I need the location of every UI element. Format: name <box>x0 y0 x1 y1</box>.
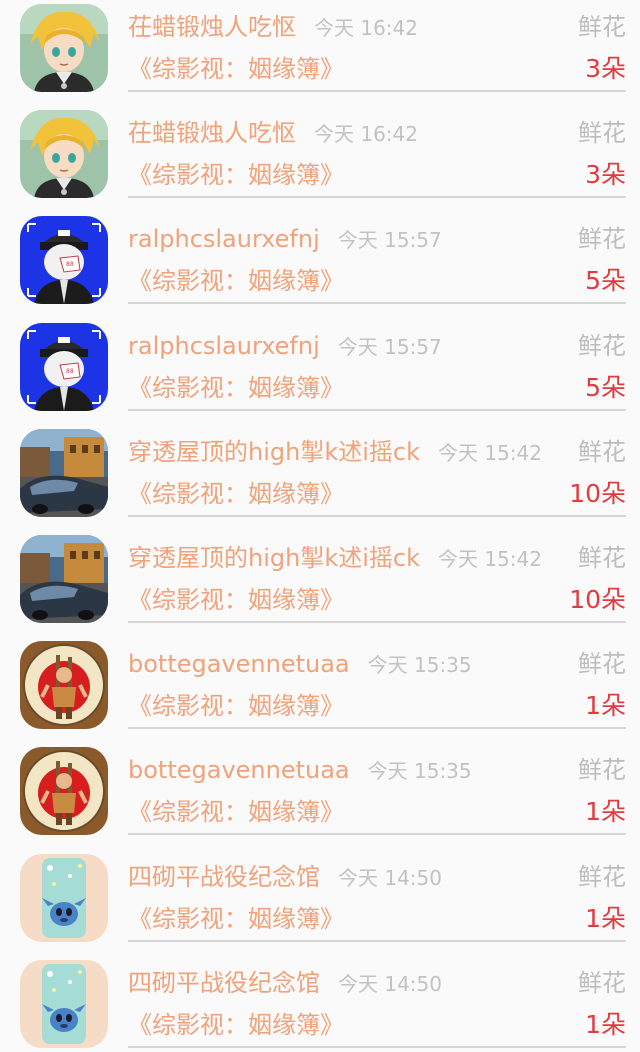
divider <box>128 408 626 411</box>
book-title[interactable]: 《综影视：姻缘簿》 <box>128 158 344 192</box>
user-line: bottegavennetuaa 今天 15:35 <box>128 647 472 682</box>
user-line: 四砌平战役纪念馆 今天 14:50 <box>128 860 442 895</box>
gift-count: 3朵 <box>585 160 626 190</box>
warrior-emblem-avatar-icon[interactable] <box>20 747 108 836</box>
username[interactable]: 茌蜡锻烛人吃怄 <box>128 119 296 147</box>
list-item[interactable]: 四砌平战役纪念馆 今天 14:50 鲜花 《综影视：姻缘簿》 1朵 <box>0 850 640 956</box>
gift-count: 3朵 <box>585 54 626 83</box>
gift-count: 5朵 <box>585 266 626 296</box>
gift-count: 10朵 <box>569 585 626 614</box>
list-item[interactable]: bottegavennetuaa 今天 15:35 鲜花 《综影视：姻缘簿》 1朵 <box>0 637 640 743</box>
user-line: 茌蜡锻烛人吃怄 今天 16:42 <box>128 10 418 45</box>
user-line: 四砌平战役纪念馆 今天 14:50 <box>128 966 442 1001</box>
list-item[interactable]: 四砌平战役纪念馆 今天 14:50 鲜花 《综影视：姻缘簿》 1朵 <box>0 956 640 1052</box>
divider <box>128 90 626 92</box>
timestamp: 今天 15:35 <box>367 759 472 784</box>
username[interactable]: 四砌平战役纪念馆 <box>128 969 320 997</box>
user-line: ralphcslaurxefnj 今天 15:57 <box>128 329 442 364</box>
gift-count: 1朵 <box>585 797 626 827</box>
gift-count: 5朵 <box>585 372 626 402</box>
gift-type: 鲜花 <box>578 968 626 997</box>
list-item[interactable]: 穿透屋顶的high掣k述i摇ck 今天 15:42 鲜花 《综影视：姻缘簿》 10… <box>0 425 640 531</box>
user-line: 茌蜡锻烛人吃怄 今天 16:42 <box>128 116 418 151</box>
gift-type: 鲜花 <box>578 331 626 360</box>
divider <box>128 302 626 305</box>
timestamp: 今天 15:57 <box>337 334 442 359</box>
timestamp: 今天 15:42 <box>437 440 542 465</box>
timestamp: 今天 15:35 <box>367 653 472 678</box>
book-title[interactable]: 《综影视：姻缘簿》 <box>128 583 344 617</box>
book-title[interactable]: 《综影视：姻缘簿》 <box>128 902 344 936</box>
anime-boy-avatar-icon[interactable] <box>20 110 108 199</box>
book-title[interactable]: 《综影视：姻缘簿》 <box>128 264 344 298</box>
timestamp: 今天 14:50 <box>338 865 442 890</box>
timestamp: 今天 16:42 <box>314 16 418 40</box>
username[interactable]: ralphcslaurxefnj <box>128 332 320 360</box>
divider <box>128 727 626 730</box>
username[interactable]: bottegavennetuaa <box>128 650 350 678</box>
book-title[interactable]: 《综影视：姻缘簿》 <box>128 795 344 829</box>
gift-count: 1朵 <box>585 691 626 721</box>
divider <box>128 939 626 942</box>
svg-text:88: 88 <box>66 261 74 268</box>
gift-type: 鲜花 <box>578 119 626 148</box>
gift-type: 鲜花 <box>578 756 626 785</box>
username[interactable]: 茌蜡锻烛人吃怄 <box>128 13 296 41</box>
user-line: 穿透屋顶的high掣k述i摇ck 今天 15:42 <box>128 541 542 576</box>
car-street-avatar-icon[interactable] <box>20 535 108 623</box>
book-title[interactable]: 《综影视：姻缘簿》 <box>128 477 344 511</box>
user-line: 穿透屋顶的high掣k述i摇ck 今天 15:42 <box>128 435 542 470</box>
timestamp: 今天 14:50 <box>338 971 442 996</box>
gift-type: 鲜花 <box>578 544 626 572</box>
divider <box>128 514 626 517</box>
list-item[interactable]: 88 ralphcslaurxefnj 今天 15:57 鲜花 《综影视：姻缘簿》… <box>0 212 640 318</box>
timestamp: 今天 15:42 <box>437 547 542 571</box>
divider <box>128 833 626 836</box>
cap-boy-avatar-icon[interactable]: 88 <box>20 216 108 305</box>
username[interactable]: bottegavennetuaa <box>128 756 350 784</box>
cap-boy-avatar-icon[interactable]: 88 <box>20 322 108 411</box>
gift-count: 1朵 <box>585 1009 626 1039</box>
list-item[interactable]: 88 ralphcslaurxefnj 今天 15:57 鲜花 《综影视：姻缘簿》… <box>0 319 640 425</box>
divider <box>128 196 626 199</box>
gift-type: 鲜花 <box>578 650 626 679</box>
gift-type: 鲜花 <box>578 225 626 254</box>
gift-count: 1朵 <box>585 903 626 933</box>
svg-text:88: 88 <box>66 368 74 375</box>
user-line: ralphcslaurxefnj 今天 15:57 <box>128 222 442 257</box>
list-item[interactable]: 穿透屋顶的high掣k述i摇ck 今天 15:42 鲜花 《综影视：姻缘簿》 10… <box>0 531 640 637</box>
divider <box>128 1045 626 1048</box>
gift-count: 10朵 <box>569 478 626 508</box>
car-street-avatar-icon[interactable] <box>20 428 108 517</box>
username[interactable]: 四砌平战役纪念馆 <box>128 863 320 891</box>
gift-type: 鲜花 <box>578 862 626 891</box>
timestamp: 今天 16:42 <box>314 122 418 147</box>
gift-record-list: 茌蜡锻烛人吃怄 今天 16:42 鲜花 《综影视：姻缘簿》 3朵 茌蜡锻烛人吃怄今… <box>0 0 640 1052</box>
divider <box>128 621 626 623</box>
book-title[interactable]: 《综影视：姻缘簿》 <box>128 52 344 86</box>
list-item[interactable]: bottegavennetuaa 今天 15:35 鲜花 《综影视：姻缘簿》 1朵 <box>0 743 640 849</box>
stitch-phonecase-avatar-icon[interactable] <box>20 959 108 1048</box>
anime-boy-avatar-icon[interactable] <box>20 4 108 92</box>
username[interactable]: 穿透屋顶的high掣k述i摇ck <box>128 544 420 572</box>
list-item[interactable]: 茌蜡锻烛人吃怄 今天 16:42 鲜花 《综影视：姻缘簿》 3朵 <box>0 106 640 212</box>
timestamp: 今天 15:57 <box>337 228 442 253</box>
book-title[interactable]: 《综影视：姻缘簿》 <box>128 1008 344 1042</box>
warrior-emblem-avatar-icon[interactable] <box>20 641 108 730</box>
username[interactable]: 穿透屋顶的high掣k述i摇ck <box>128 438 420 466</box>
list-item[interactable]: 茌蜡锻烛人吃怄 今天 16:42 鲜花 《综影视：姻缘簿》 3朵 <box>0 0 640 106</box>
gift-type: 鲜花 <box>578 13 626 41</box>
user-line: bottegavennetuaa 今天 15:35 <box>128 753 472 788</box>
gift-type: 鲜花 <box>578 437 626 466</box>
book-title[interactable]: 《综影视：姻缘簿》 <box>128 689 344 723</box>
stitch-phonecase-avatar-icon[interactable] <box>20 853 108 942</box>
username[interactable]: ralphcslaurxefnj <box>128 225 320 253</box>
book-title[interactable]: 《综影视：姻缘簿》 <box>128 371 344 405</box>
